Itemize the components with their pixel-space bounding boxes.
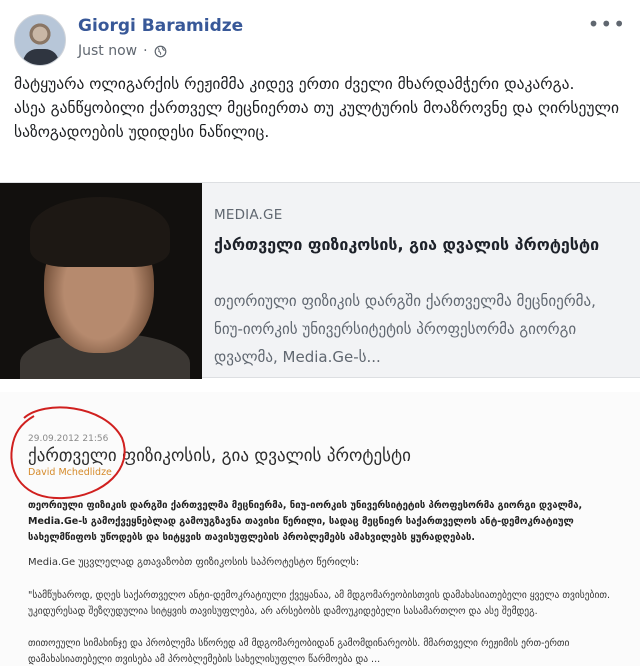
- link-preview-card[interactable]: MEDIA.GE ქართველი ფიზიკოსის, გია დვალის …: [0, 182, 640, 379]
- article-date: 29.09.2012 21:56: [28, 434, 109, 444]
- link-domain: MEDIA.GE: [214, 207, 283, 223]
- article-title: ქართველი ფიზიკოსის, გია დვალის პროტესტი: [28, 446, 411, 466]
- article-author: David Mchedlidze: [28, 467, 112, 478]
- article-paragraph-1: Media.Ge უცვლელად გთავაზობთ ფიზიკოსის სა…: [28, 557, 360, 568]
- link-title[interactable]: ქართველი ფიზიკოსის, გია დვალის პროტესტი: [214, 231, 624, 258]
- more-dots-icon[interactable]: •••: [588, 12, 626, 36]
- article-paragraph-2: "სამწუხაროდ, დღეს საქართველო ანტი-დემოკრ…: [28, 590, 610, 617]
- link-description: თეორიული ფიზიკის დარგში ქართველმა მეცნიე…: [214, 292, 596, 366]
- post-meta: Just now ·: [78, 43, 167, 59]
- avatar[interactable]: [14, 14, 66, 66]
- post-text: მატყუარა ოლიგარქის რეჟიმმა კიდევ ერთი ძვ…: [14, 72, 626, 144]
- link-image[interactable]: [0, 183, 202, 379]
- article-paragraph-3: თითოეული სიმახინჯე და პრობლემა სწორედ ამ…: [28, 638, 570, 665]
- author-name[interactable]: Giorgi Baramidze: [78, 16, 243, 36]
- dot-separator: ·: [143, 43, 148, 59]
- article-lead: თეორიული ფიზიკის დარგში ქართველმა მეცნიე…: [28, 500, 583, 543]
- post-line-1: მატყუარა ოლიგარქის რეჟიმმა კიდევ ერთი ძვ…: [14, 75, 575, 93]
- timestamp[interactable]: Just now: [78, 43, 137, 59]
- article-screenshot: 29.09.2012 21:56 ქართველი ფიზიკოსის, გია…: [0, 392, 640, 666]
- globe-icon[interactable]: [154, 45, 167, 58]
- post-header: Giorgi Baramidze Just now · •••: [14, 10, 626, 66]
- post-line-2: ასეა განწყობილი ქართველ მეცნიერთა თუ კულ…: [14, 99, 619, 141]
